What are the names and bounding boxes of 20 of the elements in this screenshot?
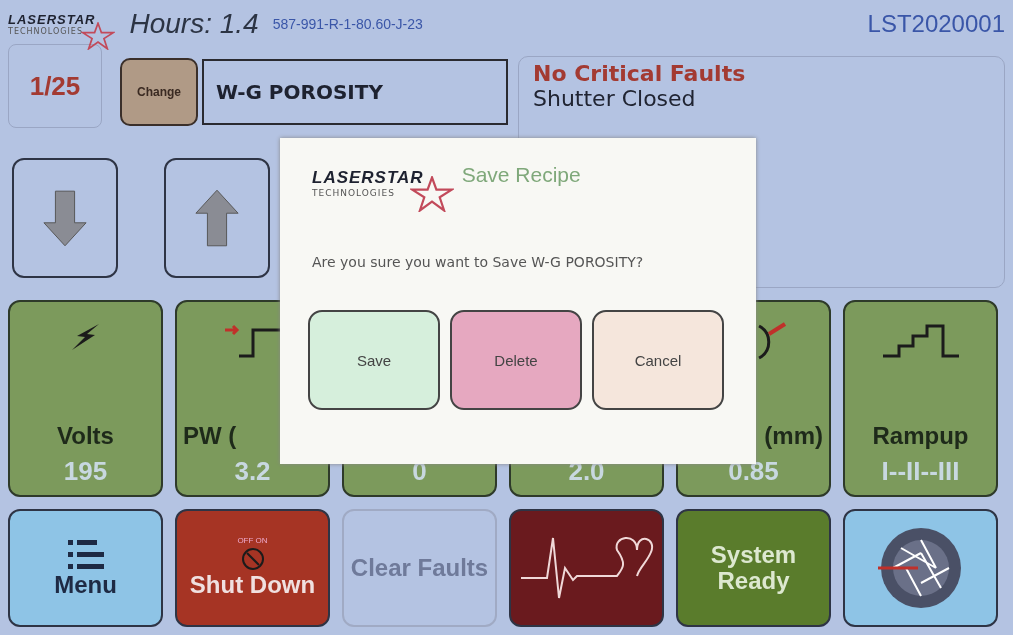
parameter-value: I--II--III xyxy=(881,456,960,487)
part-number: 587-991-R-1-80.60-J-23 xyxy=(272,16,423,32)
dialog-title: Save Recipe xyxy=(461,163,581,187)
parameter-label: (mm) xyxy=(764,422,823,450)
parameter-label: Rampup xyxy=(872,422,969,450)
parameter-value: 195 xyxy=(63,456,108,487)
logo-tagline: TECHNOLOGIES xyxy=(312,188,396,198)
logo-tagline: TECHNOLOGIES xyxy=(8,27,84,36)
logo-wordmark: LASERSTAR xyxy=(312,168,424,188)
hours-text: Hours: 1.4 xyxy=(129,8,259,40)
parameter-value: 0.85 xyxy=(728,456,779,487)
recipe-counter: 1/25 xyxy=(8,44,102,128)
parameter-label: PW ( xyxy=(183,422,237,450)
dialog-message: Are you sure you want to Save W-G POROSITY? xyxy=(312,254,645,270)
logo-wordmark: LASERSTAR xyxy=(8,12,96,27)
parameter-value: 3.2 xyxy=(234,456,271,487)
serial-number: LST2020001 xyxy=(867,10,1005,38)
fault-status: No Critical Faults xyxy=(533,61,747,86)
parameter-label: Volts xyxy=(57,422,114,450)
shutter-status: Shutter Closed xyxy=(533,86,697,111)
